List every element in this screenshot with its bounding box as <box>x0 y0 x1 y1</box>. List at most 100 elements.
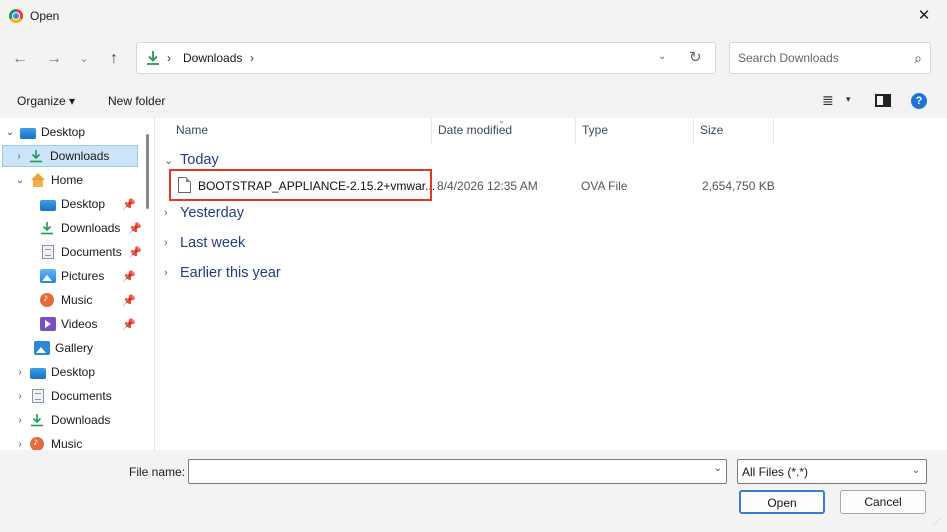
music-icon <box>30 436 44 450</box>
group-label: Last week <box>180 235 246 251</box>
sidebar-item-music[interactable]: › Music <box>14 433 82 450</box>
chevron-right-icon[interactable]: › <box>164 267 174 279</box>
desktop-icon <box>40 199 56 211</box>
chevron-down-icon[interactable]: ⌄ <box>14 175 26 186</box>
chevron-right-icon[interactable]: › <box>164 207 174 219</box>
sort-indicator-icon: ⌄ <box>498 116 505 125</box>
sidebar-item-desktop-pinned[interactable]: Desktop 📌 <box>40 193 140 215</box>
sidebar-item-label: Downloads <box>50 149 110 163</box>
group-header-yesterday[interactable]: › Yesterday <box>164 205 244 221</box>
pin-icon: 📌 <box>128 246 142 259</box>
chevron-down-icon[interactable]: ⌄ <box>912 465 920 476</box>
navigation-pane-scrollbar[interactable] <box>146 134 149 209</box>
sidebar-item-label: Desktop <box>41 125 86 139</box>
chevron-right-icon[interactable]: › <box>14 391 26 402</box>
forward-button[interactable]: → <box>42 48 66 70</box>
home-icon <box>30 173 46 187</box>
chevron-down-icon[interactable]: ⌄ <box>4 127 16 138</box>
open-button[interactable]: Open <box>739 490 825 514</box>
sidebar-item-label: Gallery <box>55 341 94 355</box>
sidebar-item-gallery[interactable]: Gallery <box>34 337 93 359</box>
navigation-pane: ⌄ Desktop › Downloads ⌄ Home Desktop 📌 D… <box>0 118 155 450</box>
download-icon <box>146 50 160 69</box>
pin-icon: 📌 <box>122 318 136 331</box>
group-label: Yesterday <box>180 205 244 221</box>
navigation-bar: ← → ⌄ ↑ › Downloads › ⌄ ↻ ⌕ ⊃ <box>0 32 947 97</box>
view-options-dropdown[interactable]: ▾ <box>846 94 851 105</box>
resize-grip-icon[interactable]: ⋰ <box>933 517 941 526</box>
chevron-right-icon[interactable]: › <box>164 237 174 249</box>
refresh-button[interactable]: ↻ <box>689 48 702 66</box>
close-button[interactable]: ✕ <box>901 0 947 32</box>
column-header-size[interactable]: Size <box>694 118 774 144</box>
chevron-down-icon[interactable]: ⌄ <box>164 154 174 167</box>
file-type: OVA File <box>581 179 628 193</box>
chevron-right-icon[interactable]: › <box>14 367 26 378</box>
sidebar-item-label: Documents <box>61 245 122 259</box>
sidebar-item-home[interactable]: ⌄ Home <box>14 169 83 191</box>
sidebar-item-label: Pictures <box>61 269 105 283</box>
chrome-icon <box>9 9 23 23</box>
recent-locations-button[interactable]: ⌄ <box>72 48 96 70</box>
preview-pane-icon[interactable] <box>875 94 891 107</box>
sidebar-item-label: Downloads <box>61 221 121 235</box>
sidebar-item-label: Music <box>61 293 93 307</box>
title-bar: Open ✕ <box>0 0 947 32</box>
document-icon <box>32 389 44 403</box>
pin-icon: 📌 <box>122 294 136 307</box>
pin-icon: 📌 <box>128 222 142 235</box>
file-name-combobox[interactable]: ⌄ <box>188 459 727 484</box>
sidebar-item-music-pinned[interactable]: Music 📌 <box>40 289 140 311</box>
chevron-right-icon[interactable]: › <box>14 439 26 450</box>
chevron-right-icon[interactable]: › <box>14 415 26 426</box>
back-button[interactable]: ← <box>8 48 32 70</box>
search-icon[interactable]: ⌕ <box>914 50 922 67</box>
chevron-right-icon[interactable]: › <box>13 151 25 162</box>
group-header-last-week[interactable]: › Last week <box>164 235 245 251</box>
new-folder-button[interactable]: New folder <box>108 94 165 108</box>
pane-divider[interactable] <box>154 118 155 450</box>
help-icon[interactable]: ? <box>911 93 927 109</box>
group-header-today[interactable]: ⌄ Today <box>164 152 219 168</box>
sidebar-item-desktop[interactable]: ⌄ Desktop <box>4 121 85 143</box>
search-box[interactable]: ⌕ <box>729 42 931 74</box>
file-type-filter[interactable]: All Files (*.*) ⌄ <box>737 459 927 484</box>
address-dropdown-button[interactable]: ⌄ <box>658 51 666 62</box>
videos-icon <box>40 317 56 331</box>
sidebar-item-desktop-2[interactable]: › Desktop <box>14 361 95 383</box>
file-dialog-footer: File name: ⌄ All Files (*.*) ⌄ Open Canc… <box>0 450 947 532</box>
search-input[interactable] <box>738 51 898 65</box>
column-header-name[interactable]: Name <box>170 118 432 144</box>
file-name-input[interactable] <box>189 460 699 482</box>
address-bar[interactable]: › Downloads › ⌄ ↻ <box>136 42 716 74</box>
file-type-filter-value: All Files (*.*) <box>742 465 809 479</box>
view-options-icon[interactable]: ≣ <box>822 92 834 109</box>
sidebar-item-videos-pinned[interactable]: Videos 📌 <box>40 313 140 335</box>
file-size: 2,654,750 KB <box>702 179 775 193</box>
organize-menu[interactable]: Organize ▾ <box>17 94 75 108</box>
breadcrumb-separator: › <box>167 51 171 65</box>
sidebar-item-pictures-pinned[interactable]: Pictures 📌 <box>40 265 140 287</box>
sidebar-item-downloads-2[interactable]: › Downloads <box>14 409 110 431</box>
download-icon <box>40 221 56 235</box>
group-header-earlier-this-year[interactable]: › Earlier this year <box>164 265 281 281</box>
sidebar-item-documents[interactable]: › Documents <box>14 385 112 407</box>
file-name-label: File name: <box>129 465 186 479</box>
column-header-type[interactable]: Type <box>576 118 694 144</box>
breadcrumb-downloads[interactable]: Downloads <box>183 51 242 65</box>
highlight-annotation <box>169 169 432 201</box>
sidebar-item-label: Downloads <box>51 413 111 427</box>
gallery-icon <box>34 341 50 355</box>
sidebar-item-label: Home <box>51 173 84 187</box>
up-button[interactable]: ↑ <box>102 48 126 70</box>
sidebar-item-label: Videos <box>61 317 98 331</box>
sidebar-item-documents-pinned[interactable]: Documents 📌 <box>40 241 142 263</box>
cancel-button[interactable]: Cancel <box>840 490 926 514</box>
document-icon <box>42 245 54 259</box>
sidebar-item-label: Desktop <box>51 365 96 379</box>
chevron-down-icon[interactable]: ⌄ <box>714 463 722 474</box>
desktop-icon <box>20 127 36 139</box>
sidebar-item-downloads-pinned[interactable]: Downloads 📌 <box>40 217 142 239</box>
sidebar-item-downloads[interactable]: › Downloads <box>2 145 138 167</box>
breadcrumb-separator[interactable]: › <box>250 51 254 65</box>
